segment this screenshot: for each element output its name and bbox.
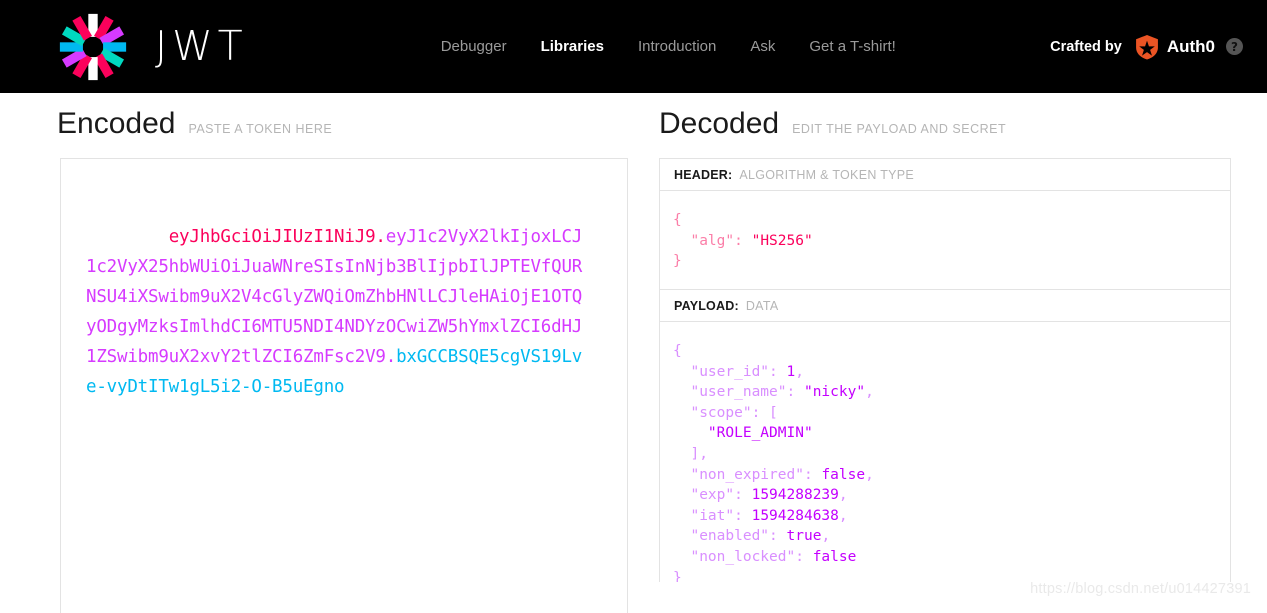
nav-item-introduction[interactable]: Introduction	[638, 38, 716, 55]
payload-panel-label: PAYLOAD:	[674, 298, 739, 313]
payload-panel-label-bar: PAYLOAD: DATA	[660, 290, 1230, 322]
payload-json-editor[interactable]: { "user_id": 1, "user_name": "nicky", "s…	[660, 322, 1230, 582]
auth0-shield-icon	[1134, 34, 1160, 60]
json-key: "user_id"	[690, 363, 770, 380]
json-punct: :	[734, 507, 752, 524]
json-val: "HS256"	[751, 232, 813, 249]
json-key: "non_locked"	[690, 548, 796, 565]
json-line: "exp": 1594288239,	[673, 485, 1230, 506]
json-punct: :	[786, 384, 804, 401]
json-line: }	[673, 251, 1230, 272]
json-punct: :	[769, 528, 787, 545]
nav-item-get-a-tshirt[interactable]: Get a T-shirt!	[809, 38, 895, 55]
nav-item-debugger[interactable]: Debugger	[441, 38, 507, 55]
json-line: }	[673, 568, 1230, 582]
encoded-heading: Encoded PASTE A TOKEN HERE	[0, 93, 630, 140]
payload-panel-label-sub: DATA	[745, 298, 779, 313]
json-punct: }	[673, 253, 682, 270]
json-val: 1594288239	[751, 487, 839, 504]
decoded-heading: Decoded EDIT THE PAYLOAD AND SECRET	[659, 93, 1231, 140]
json-line: "ROLE_ADMIN"	[673, 423, 1230, 444]
json-line: {	[673, 341, 1230, 362]
header-panel-label: HEADER:	[674, 167, 733, 182]
json-line: "enabled": true,	[673, 526, 1230, 547]
json-key: "alg"	[690, 232, 735, 249]
json-val: true	[786, 528, 822, 545]
watermark: https://blog.csdn.net/u014427391	[1030, 581, 1251, 597]
json-val: 1	[786, 363, 796, 380]
json-val: false	[812, 548, 857, 565]
json-line: "alg": "HS256"	[673, 231, 1230, 252]
crafted-by-block: Crafted by Auth0 ?	[1050, 34, 1243, 60]
json-key: "user_name"	[690, 384, 787, 401]
decoded-column: Decoded EDIT THE PAYLOAD AND SECRET HEAD…	[659, 93, 1231, 582]
json-punct: ,	[865, 384, 874, 401]
json-val: false	[821, 466, 866, 483]
json-key: "scope"	[690, 404, 752, 421]
json-punct: }	[673, 569, 682, 582]
auth0-label: Auth0	[1166, 36, 1215, 56]
json-line: "scope": [	[673, 403, 1230, 424]
decoded-subtitle: EDIT THE PAYLOAD AND SECRET	[792, 122, 1007, 136]
json-line: "non_expired": false,	[673, 465, 1230, 486]
main-content: Encoded PASTE A TOKEN HERE eyJhbGciOiJIU…	[0, 93, 1267, 613]
crafted-by-label: Crafted by	[1050, 38, 1122, 55]
encoded-subtitle: PASTE A TOKEN HERE	[188, 122, 333, 136]
jwt-starburst-logo-icon	[57, 11, 129, 83]
json-punct: :	[803, 466, 822, 483]
json-punct: :	[795, 548, 813, 565]
top-navigation-bar: JWT Debugger Libraries Introduction Ask …	[0, 0, 1267, 93]
json-punct: {	[673, 343, 682, 359]
json-punct: :	[734, 487, 752, 504]
encoded-token-box[interactable]: eyJhbGciOiJIUzI1NiJ9.eyJ1c2VyX2lkIjoxLCJ…	[60, 158, 628, 613]
json-punct: ,	[838, 507, 848, 524]
json-punct: ,	[821, 528, 831, 545]
payload-panel: PAYLOAD: DATA { "user_id": 1, "user_name…	[659, 289, 1231, 582]
json-key: "non_expired"	[690, 466, 804, 483]
json-punct: {	[673, 212, 682, 228]
json-line: ],	[673, 444, 1230, 465]
json-punct: ,	[838, 487, 848, 504]
json-val: "ROLE_ADMIN"	[707, 425, 813, 442]
json-line: "user_name": "nicky",	[673, 382, 1230, 403]
json-key: "iat"	[690, 507, 735, 524]
json-punct: :	[734, 232, 752, 249]
decoded-title: Decoded	[659, 107, 780, 140]
encoded-column: Encoded PASTE A TOKEN HERE eyJhbGciOiJIU…	[0, 93, 630, 613]
json-punct: :	[769, 363, 787, 380]
json-punct: ,	[865, 466, 874, 483]
json-val: 1594284638	[751, 507, 839, 524]
brand-wordmark: JWT	[155, 22, 248, 70]
encoded-title: Encoded	[57, 107, 176, 140]
nav-item-ask[interactable]: Ask	[750, 38, 775, 55]
question-mark-icon[interactable]: ?	[1226, 38, 1243, 55]
json-punct: : [	[751, 404, 778, 421]
token-separator-1: .	[375, 227, 386, 247]
encoded-token-text[interactable]: eyJhbGciOiJIUzI1NiJ9.eyJ1c2VyX2lkIjoxLCJ…	[86, 192, 586, 432]
header-panel-label-bar: HEADER: ALGORITHM & TOKEN TYPE	[660, 159, 1230, 191]
json-line: {	[673, 210, 1230, 231]
token-payload-segment: eyJ1c2VyX2lkIjoxLCJ1c2VyX25hbWUiOiJuaWNr…	[86, 227, 583, 367]
header-json-editor[interactable]: { "alg": "HS256"}	[660, 191, 1230, 289]
json-punct: ],	[690, 445, 708, 462]
token-separator-2: .	[385, 347, 397, 367]
brand-logo[interactable]: JWT	[57, 11, 248, 83]
header-panel-label-sub: ALGORITHM & TOKEN TYPE	[739, 167, 915, 182]
json-line: "user_id": 1,	[673, 362, 1230, 383]
token-header-segment: eyJhbGciOiJIUzI1NiJ9	[168, 227, 376, 247]
json-val: "nicky"	[803, 384, 866, 401]
header-panel: HEADER: ALGORITHM & TOKEN TYPE { "alg": …	[659, 158, 1231, 289]
json-line: "non_locked": false	[673, 547, 1230, 568]
json-key: "enabled"	[690, 528, 770, 545]
json-punct: ,	[795, 363, 804, 380]
nav-links: Debugger Libraries Introduction Ask Get …	[441, 38, 896, 55]
json-line: "iat": 1594284638,	[673, 506, 1230, 527]
nav-item-libraries[interactable]: Libraries	[541, 38, 604, 55]
json-key: "exp"	[690, 487, 735, 504]
